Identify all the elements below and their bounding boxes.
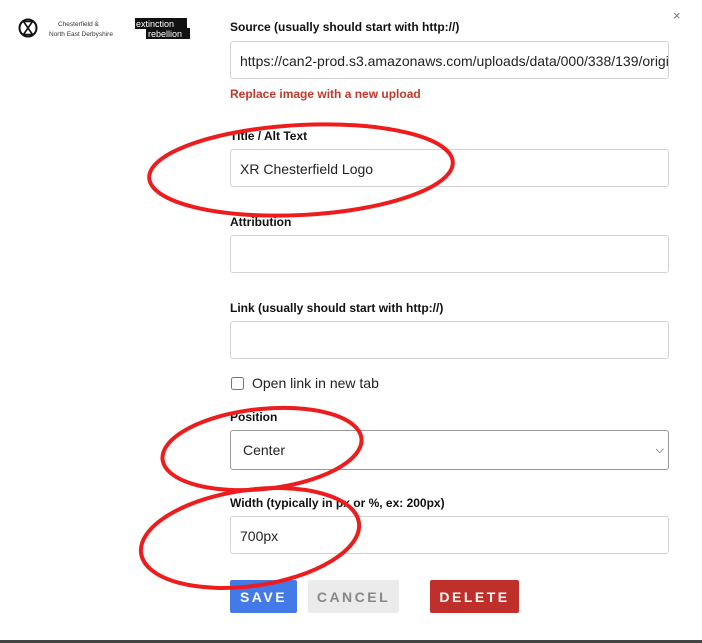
attribution-input[interactable] [230,235,669,273]
replace-image-link[interactable]: Replace image with a new upload [230,87,421,101]
title-label: Title / Alt Text [230,129,308,143]
title-input[interactable]: XR Chesterfield Logo [230,149,669,187]
new-tab-label: Open link in new tab [252,375,379,391]
save-button[interactable]: SAVE [230,580,297,613]
svg-text:Chesterfield &: Chesterfield & [58,21,99,28]
link-input[interactable] [230,321,669,359]
link-label: Link (usually should start with http://) [230,301,444,315]
source-input[interactable]: https://can2-prod.s3.amazonaws.com/uploa… [230,41,669,79]
close-icon[interactable]: × [673,8,681,23]
position-label: Position [230,410,278,424]
svg-text:extinction: extinction [136,19,174,29]
delete-button[interactable]: DELETE [430,580,519,613]
svg-text:rebellion: rebellion [148,29,182,39]
cancel-button[interactable]: CANCEL [308,580,399,613]
width-input[interactable]: 700px [230,516,669,554]
attribution-label: Attribution [230,215,292,229]
width-label: Width (typically in px or %, ex: 200px) [230,496,445,510]
new-tab-checkbox-row[interactable]: Open link in new tab [230,375,379,391]
position-select[interactable]: Center ⌵ [230,430,669,470]
source-label: Source (usually should start with http:/… [230,20,460,34]
chevron-down-icon: ⌵ [655,444,664,456]
xr-chesterfield-logo: Chesterfield & North East Derbyshire ext… [18,18,190,39]
new-tab-checkbox[interactable] [231,376,244,390]
svg-text:North East Derbyshire: North East Derbyshire [49,31,113,38]
position-value: Center [243,442,286,458]
